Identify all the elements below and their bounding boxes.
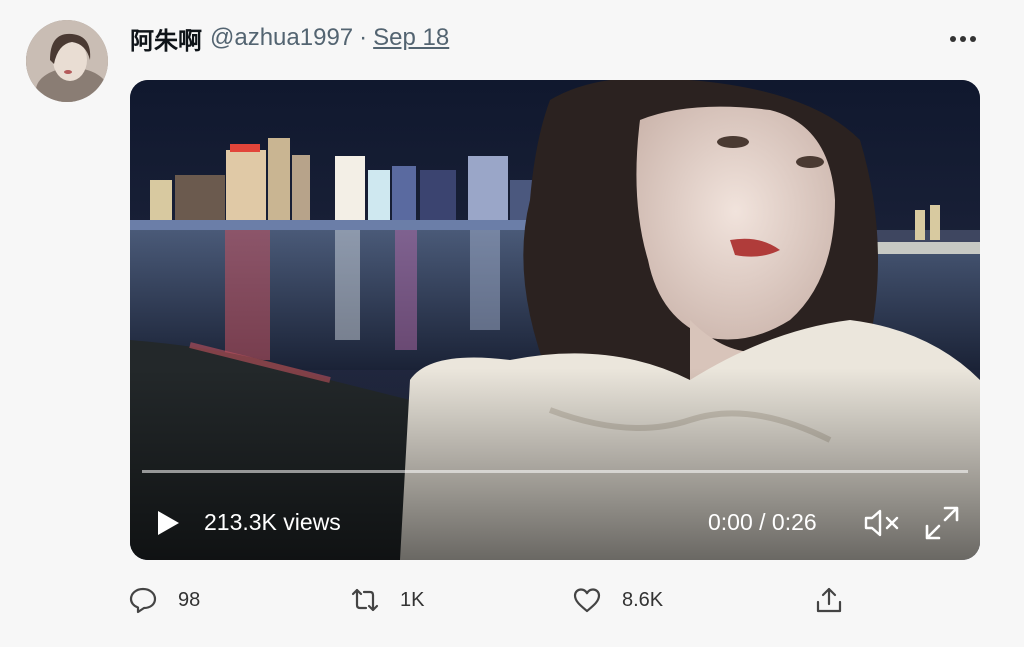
- separator-dot: ·: [359, 24, 368, 51]
- tweet-actions: 98 1K 8.6K: [128, 580, 858, 620]
- mute-button[interactable]: [862, 506, 902, 540]
- user-handle[interactable]: @azhua1997: [210, 24, 353, 52]
- view-count: 213.3K views: [204, 509, 341, 535]
- fullscreen-button[interactable]: [923, 504, 961, 542]
- tweet-card: 阿朱啊 @azhua1997 · Sep 18 213.3K views 0:0…: [0, 0, 1024, 647]
- avatar[interactable]: [26, 20, 108, 102]
- more-options-button[interactable]: [948, 24, 978, 54]
- tweet-date-link[interactable]: Sep 18: [373, 24, 449, 52]
- share-button[interactable]: [814, 580, 844, 620]
- heart-icon: [573, 588, 601, 613]
- display-name[interactable]: 阿朱啊: [130, 21, 202, 56]
- video-player[interactable]: 213.3K views 0:00 / 0:26: [130, 80, 980, 560]
- volume-muted-icon: [864, 509, 899, 537]
- retweet-icon: [351, 588, 379, 612]
- video-frame: [130, 80, 980, 560]
- play-icon: [158, 511, 179, 535]
- like-count: 8.6K: [622, 588, 664, 611]
- tweet-header: 阿朱啊 @azhua1997 · Sep 18: [130, 21, 449, 56]
- fullscreen-icon: [925, 506, 959, 540]
- reply-button[interactable]: 98: [128, 580, 200, 620]
- video-time: 0:00 / 0:26: [708, 509, 817, 535]
- play-button[interactable]: [152, 508, 182, 538]
- reply-count: 98: [178, 588, 201, 611]
- video-progress-bar[interactable]: [142, 470, 968, 473]
- avatar-image: [26, 20, 108, 102]
- more-horizontal-icon: [950, 36, 976, 42]
- retweet-count: 1K: [400, 588, 425, 611]
- share-icon: [816, 587, 842, 613]
- like-button[interactable]: 8.6K: [572, 580, 663, 620]
- reply-icon: [129, 587, 157, 614]
- retweet-button[interactable]: 1K: [350, 580, 424, 620]
